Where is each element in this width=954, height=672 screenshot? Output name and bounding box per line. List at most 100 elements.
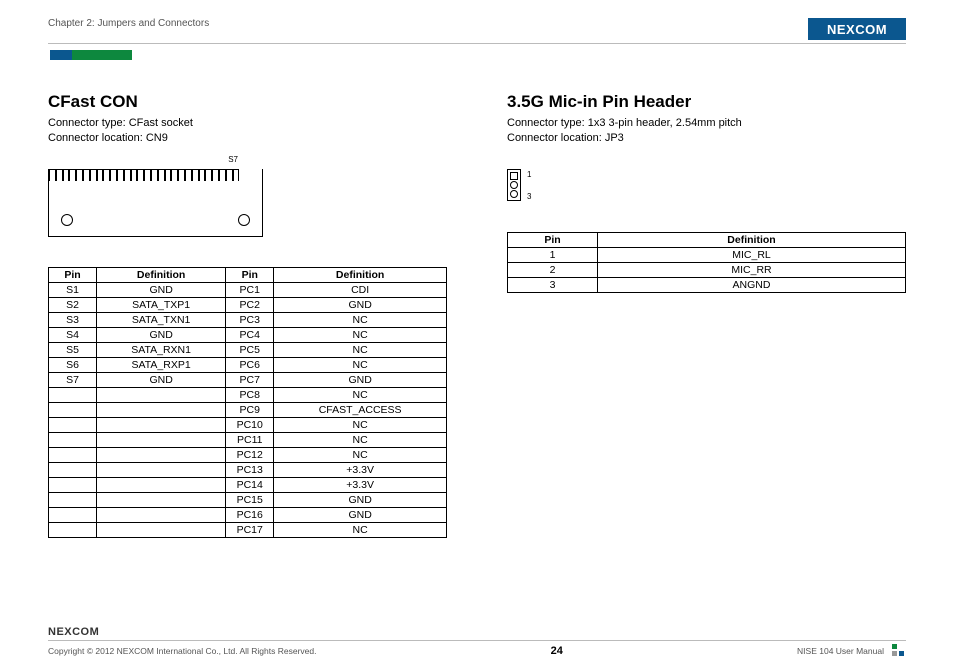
mounting-hole-icon <box>238 214 250 226</box>
table-cell: NC <box>274 432 447 447</box>
connector-tooth-icon <box>158 169 165 181</box>
connector-tooth-icon <box>110 169 117 181</box>
cfast-title: CFast CON <box>48 92 447 112</box>
connector-tooth-icon <box>117 169 124 181</box>
mic-header-diagram: 1 3 <box>507 169 906 202</box>
table-row: PC14+3.3V <box>49 477 447 492</box>
table-cell: ANGND <box>598 277 906 292</box>
connector-tooth-icon <box>171 169 178 181</box>
table-cell: PC13 <box>226 462 274 477</box>
table-cell: CFAST_ACCESS <box>274 402 447 417</box>
table-cell: NC <box>274 447 447 462</box>
table-cell <box>97 402 226 417</box>
table-cell: S2 <box>49 297 97 312</box>
table-row: PC11NC <box>49 432 447 447</box>
th-def: Definition <box>274 267 447 282</box>
table-cell <box>49 402 97 417</box>
pin-round-icon <box>510 190 518 198</box>
th-pin: Pin <box>226 267 274 282</box>
table-cell: SATA_TXN1 <box>97 312 226 327</box>
connector-tooth-icon <box>137 169 144 181</box>
connector-tooth-icon <box>165 169 172 181</box>
table-cell <box>97 492 226 507</box>
page-number: 24 <box>551 645 563 657</box>
chapter-title: Chapter 2: Jumpers and Connectors <box>48 18 209 29</box>
connector-tooth-icon <box>144 169 151 181</box>
table-cell: 2 <box>508 262 598 277</box>
connector-tooth-icon <box>226 169 233 181</box>
table-cell <box>49 462 97 477</box>
table-row: S7GNDPC7GND <box>49 372 447 387</box>
mic-pin-table: Pin Definition 1MIC_RL2MIC_RR3ANGND <box>507 232 906 293</box>
table-cell: GND <box>274 492 447 507</box>
connector-tooth-icon <box>199 169 206 181</box>
table-cell: 1 <box>508 247 598 262</box>
mounting-hole-icon <box>61 214 73 226</box>
table-cell: S6 <box>49 357 97 372</box>
table-cell: NC <box>274 342 447 357</box>
table-row: S3SATA_TXN1PC3NC <box>49 312 447 327</box>
connector-tooth-icon <box>90 169 97 181</box>
table-cell: NC <box>274 387 447 402</box>
cfast-pin-table: Pin Definition Pin Definition S1GNDPC1CD… <box>48 267 447 538</box>
table-cell: PC1 <box>226 282 274 297</box>
table-cell: S3 <box>49 312 97 327</box>
table-row: S5SATA_RXN1PC5NC <box>49 342 447 357</box>
pin-square-icon <box>510 172 518 180</box>
table-cell: PC17 <box>226 522 274 537</box>
table-row: PC10NC <box>49 417 447 432</box>
th-def: Definition <box>598 232 906 247</box>
th-def: Definition <box>97 267 226 282</box>
table-cell: GND <box>274 297 447 312</box>
connector-tooth-icon <box>212 169 219 181</box>
table-cell: S1 <box>49 282 97 297</box>
table-cell: S4 <box>49 327 97 342</box>
table-cell: PC2 <box>226 297 274 312</box>
table-row: S6SATA_RXP1PC6NC <box>49 357 447 372</box>
table-cell <box>49 507 97 522</box>
table-row: 1MIC_RL <box>508 247 906 262</box>
pin-label-1: 1 <box>527 169 531 180</box>
connector-tooth-icon <box>192 169 199 181</box>
left-column: CFast CON Connector type: CFast socket C… <box>48 92 447 538</box>
tab-marker-green <box>72 50 132 60</box>
th-pin: Pin <box>49 267 97 282</box>
table-row: PC8NC <box>49 387 447 402</box>
table-cell: SATA_RXP1 <box>97 357 226 372</box>
page-footer: NEXCOM Copyright © 2012 NEXCOM Internati… <box>48 626 906 658</box>
cfast-location: Connector location: CN9 <box>48 131 447 146</box>
table-cell: MIC_RR <box>598 262 906 277</box>
connector-tooth-icon <box>151 169 158 181</box>
right-column: 3.5G Mic-in Pin Header Connector type: 1… <box>507 92 906 538</box>
connector-tooth-icon <box>97 169 104 181</box>
table-row: PC13+3.3V <box>49 462 447 477</box>
table-cell: S5 <box>49 342 97 357</box>
mic-location: Connector location: JP3 <box>507 131 906 146</box>
table-cell <box>49 417 97 432</box>
table-cell <box>49 387 97 402</box>
table-row: 3ANGND <box>508 277 906 292</box>
footer-brand: NEXCOM <box>48 626 906 638</box>
manual-name: NISE 104 User Manual <box>797 646 884 656</box>
th-pin: Pin <box>508 232 598 247</box>
table-cell: PC9 <box>226 402 274 417</box>
connector-tooth-icon <box>103 169 110 181</box>
connector-tooth-icon <box>219 169 226 181</box>
connector-tooth-icon <box>124 169 131 181</box>
table-cell: PC14 <box>226 477 274 492</box>
connector-tooth-icon <box>63 169 70 181</box>
table-cell: PC11 <box>226 432 274 447</box>
table-cell <box>97 447 226 462</box>
table-cell: GND <box>97 282 226 297</box>
table-cell: +3.3V <box>274 462 447 477</box>
footer-squares-icon <box>892 644 906 658</box>
table-cell: NC <box>274 327 447 342</box>
pin-round-icon <box>510 181 518 189</box>
table-row: PC16GND <box>49 507 447 522</box>
connector-tooth-icon <box>185 169 192 181</box>
table-cell: CDI <box>274 282 447 297</box>
table-cell <box>49 432 97 447</box>
table-row: PC15GND <box>49 492 447 507</box>
table-cell: +3.3V <box>274 477 447 492</box>
connector-tooth-icon <box>233 169 240 181</box>
